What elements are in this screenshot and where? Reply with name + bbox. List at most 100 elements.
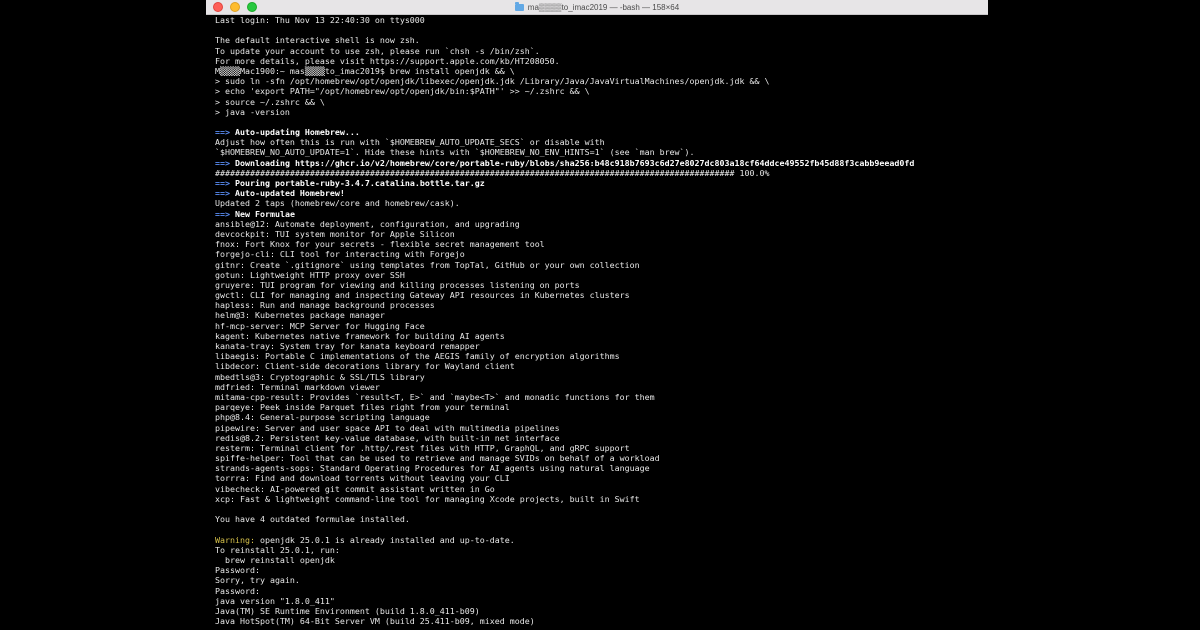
arrow-marker: ==>	[215, 157, 230, 168]
window-title: ma▒▒▒▒to_imac2019 — -bash — 158×64	[206, 0, 988, 14]
line-text: Adjust how often this is run with `$HOME…	[215, 137, 605, 148]
terminal-window[interactable]: ma▒▒▒▒to_imac2019 — -bash — 158×64 Last …	[206, 0, 988, 630]
terminal-line: Last login: Thu Nov 13 22:40:30 on ttys0…	[215, 15, 984, 25]
line-text: For more details, please visit https://s…	[215, 55, 560, 66]
line-text: ########################################…	[215, 167, 770, 178]
terminal-line: hapless: Run and manage background proce…	[215, 300, 984, 310]
line-text: torrra: Find and download torrents witho…	[215, 473, 510, 484]
terminal-line: Password:	[215, 565, 984, 575]
line-text: redis@8.2: Persistent key-value database…	[215, 432, 560, 443]
terminal-line: xcp: Fast & lightweight command-line too…	[215, 494, 984, 504]
line-text: gotun: Lightweight HTTP proxy over SSH	[215, 269, 405, 280]
line-text: To update your account to use zsh, pleas…	[215, 45, 540, 56]
line-text: gruyere: TUI program for viewing and kil…	[215, 279, 580, 290]
line-text: > echo 'export PATH="/opt/homebrew/opt/o…	[215, 86, 590, 97]
terminal-line: torrra: Find and download torrents witho…	[215, 473, 984, 483]
line-text: gitnr: Create `.gitignore` using templat…	[215, 259, 640, 270]
terminal-line: Warning: openjdk 25.0.1 is already insta…	[215, 535, 984, 545]
line-text: mdfried: Terminal markdown viewer	[215, 381, 380, 392]
line-text: To reinstall 25.0.1, run:	[215, 544, 340, 555]
line-text: Updated 2 taps (homebrew/core and homebr…	[215, 198, 460, 209]
line-text: Password:	[215, 565, 260, 576]
section-heading: Auto-updated Homebrew!	[235, 188, 345, 199]
line-text: kagent: Kubernetes native framework for …	[215, 330, 505, 341]
terminal-line: `$HOMEBREW_NO_AUTO_UPDATE=1`. Hide these…	[215, 147, 984, 157]
section-heading: Auto-updating Homebrew...	[235, 127, 360, 138]
line-text: mbedtls@3: Cryptographic & SSL/TLS libra…	[215, 371, 425, 382]
line-text: mitama-cpp-result: Provides `result<T, E…	[215, 391, 655, 402]
terminal-line: hf-mcp-server: MCP Server for Hugging Fa…	[215, 321, 984, 331]
line-text: fnox: Fort Knox for your secrets - flexi…	[215, 239, 545, 250]
section-heading: Downloading https://ghcr.io/v2/homebrew/…	[235, 157, 915, 168]
warning-label: Warning:	[215, 534, 255, 545]
line-text: devcockpit: TUI system monitor for Apple…	[215, 228, 455, 239]
terminal-line: > java -version	[215, 107, 984, 117]
title-bar[interactable]: ma▒▒▒▒to_imac2019 — -bash — 158×64	[206, 0, 988, 15]
line-text: > source ~/.zshrc && \	[215, 96, 325, 107]
terminal-line: ==> Auto-updated Homebrew!	[215, 188, 984, 198]
terminal-line: The default interactive shell is now zsh…	[215, 35, 984, 45]
line-text: parqeye: Peek inside Parquet files right…	[215, 402, 510, 413]
line-text: java version "1.8.0_411"	[215, 595, 335, 606]
terminal-line: To update your account to use zsh, pleas…	[215, 46, 984, 56]
terminal-line: You have 4 outdated formulae installed.	[215, 514, 984, 524]
terminal-line: redis@8.2: Persistent key-value database…	[215, 433, 984, 443]
line-text: Java(TM) SE Runtime Environment (build 1…	[215, 605, 480, 616]
terminal-line: spiffe-helper: Tool that can be used to …	[215, 453, 984, 463]
terminal-line: Updated 2 taps (homebrew/core and homebr…	[215, 198, 984, 208]
line-text: Password:	[215, 585, 260, 596]
terminal-line: forgejo-cli: CLI tool for interacting wi…	[215, 249, 984, 259]
terminal-line: mbedtls@3: Cryptographic & SSL/TLS libra…	[215, 372, 984, 382]
section-heading: New Formulae	[235, 208, 295, 219]
terminal-line: kagent: Kubernetes native framework for …	[215, 331, 984, 341]
line-text: gwctl: CLI for managing and inspecting G…	[215, 290, 630, 301]
line-text: strands-agents-sops: Standard Operating …	[215, 463, 650, 474]
terminal-line: vibecheck: AI-powered git commit assista…	[215, 484, 984, 494]
line-text: pipewire: Server and user space API to d…	[215, 422, 560, 433]
terminal-line: ==> Auto-updating Homebrew...	[215, 127, 984, 137]
terminal-line: mitama-cpp-result: Provides `result<T, E…	[215, 392, 984, 402]
terminal-line: helm@3: Kubernetes package manager	[215, 310, 984, 320]
terminal-line: > source ~/.zshrc && \	[215, 97, 984, 107]
terminal-line: mdfried: Terminal markdown viewer	[215, 382, 984, 392]
folder-icon	[514, 1, 524, 11]
arrow-marker: ==>	[215, 178, 230, 188]
terminal-line: libdecor: Client-side decorations librar…	[215, 361, 984, 371]
terminal-line: M▒▒▒▒Mac1900:~ mas▒▒▒▒to_imac2019$ brew …	[215, 66, 984, 76]
terminal-line: Adjust how often this is run with `$HOME…	[215, 137, 984, 147]
terminal-output[interactable]: Last login: Thu Nov 13 22:40:30 on ttys0…	[215, 15, 984, 630]
terminal-line: php@8.4: General-purpose scripting langu…	[215, 412, 984, 422]
line-text: xcp: Fast & lightweight command-line too…	[215, 493, 640, 504]
line-text: You have 4 outdated formulae installed.	[215, 514, 410, 525]
line-text: brew reinstall openjdk	[215, 554, 335, 565]
terminal-line: gitnr: Create `.gitignore` using templat…	[215, 260, 984, 270]
terminal-line: ==> Pouring portable-ruby-3.4.7.catalina…	[215, 178, 984, 188]
terminal-line: gwctl: CLI for managing and inspecting G…	[215, 290, 984, 300]
line-text: forgejo-cli: CLI tool for interacting wi…	[215, 249, 465, 260]
line-text: ansible@12: Automate deployment, configu…	[215, 218, 520, 229]
line-text: The default interactive shell is now zsh…	[215, 35, 420, 46]
window-title-text: ma▒▒▒▒to_imac2019 — -bash — 158×64	[527, 2, 680, 12]
terminal-line: gotun: Lightweight HTTP proxy over SSH	[215, 270, 984, 280]
terminal-line: ansible@12: Automate deployment, configu…	[215, 219, 984, 229]
terminal-line: java version "1.8.0_411"	[215, 596, 984, 606]
terminal-line: libaegis: Portable C implementations of …	[215, 351, 984, 361]
terminal-line: ==> Downloading https://ghcr.io/v2/homeb…	[215, 158, 984, 168]
terminal-line: Java HotSpot(TM) 64-Bit Server VM (build…	[215, 616, 984, 626]
line-text: > sudo ln -sfn /opt/homebrew/opt/openjdk…	[215, 76, 770, 87]
terminal-line: > sudo ln -sfn /opt/homebrew/opt/openjdk…	[215, 76, 984, 86]
terminal-line: kanata-tray: System tray for kanata keyb…	[215, 341, 984, 351]
line-text: libaegis: Portable C implementations of …	[215, 351, 620, 362]
line-text: M▒▒▒▒Mac1900:~ mas▒▒▒▒to_imac2019$ brew …	[215, 65, 515, 76]
line-text: vibecheck: AI-powered git commit assista…	[215, 483, 495, 494]
terminal-line: > echo 'export PATH="/opt/homebrew/opt/o…	[215, 86, 984, 96]
arrow-marker: ==>	[215, 127, 230, 138]
terminal-line: Password:	[215, 586, 984, 596]
terminal-line: For more details, please visit https://s…	[215, 56, 984, 66]
terminal-line: Sorry, try again.	[215, 575, 984, 585]
terminal-line: brew reinstall openjdk	[215, 555, 984, 565]
